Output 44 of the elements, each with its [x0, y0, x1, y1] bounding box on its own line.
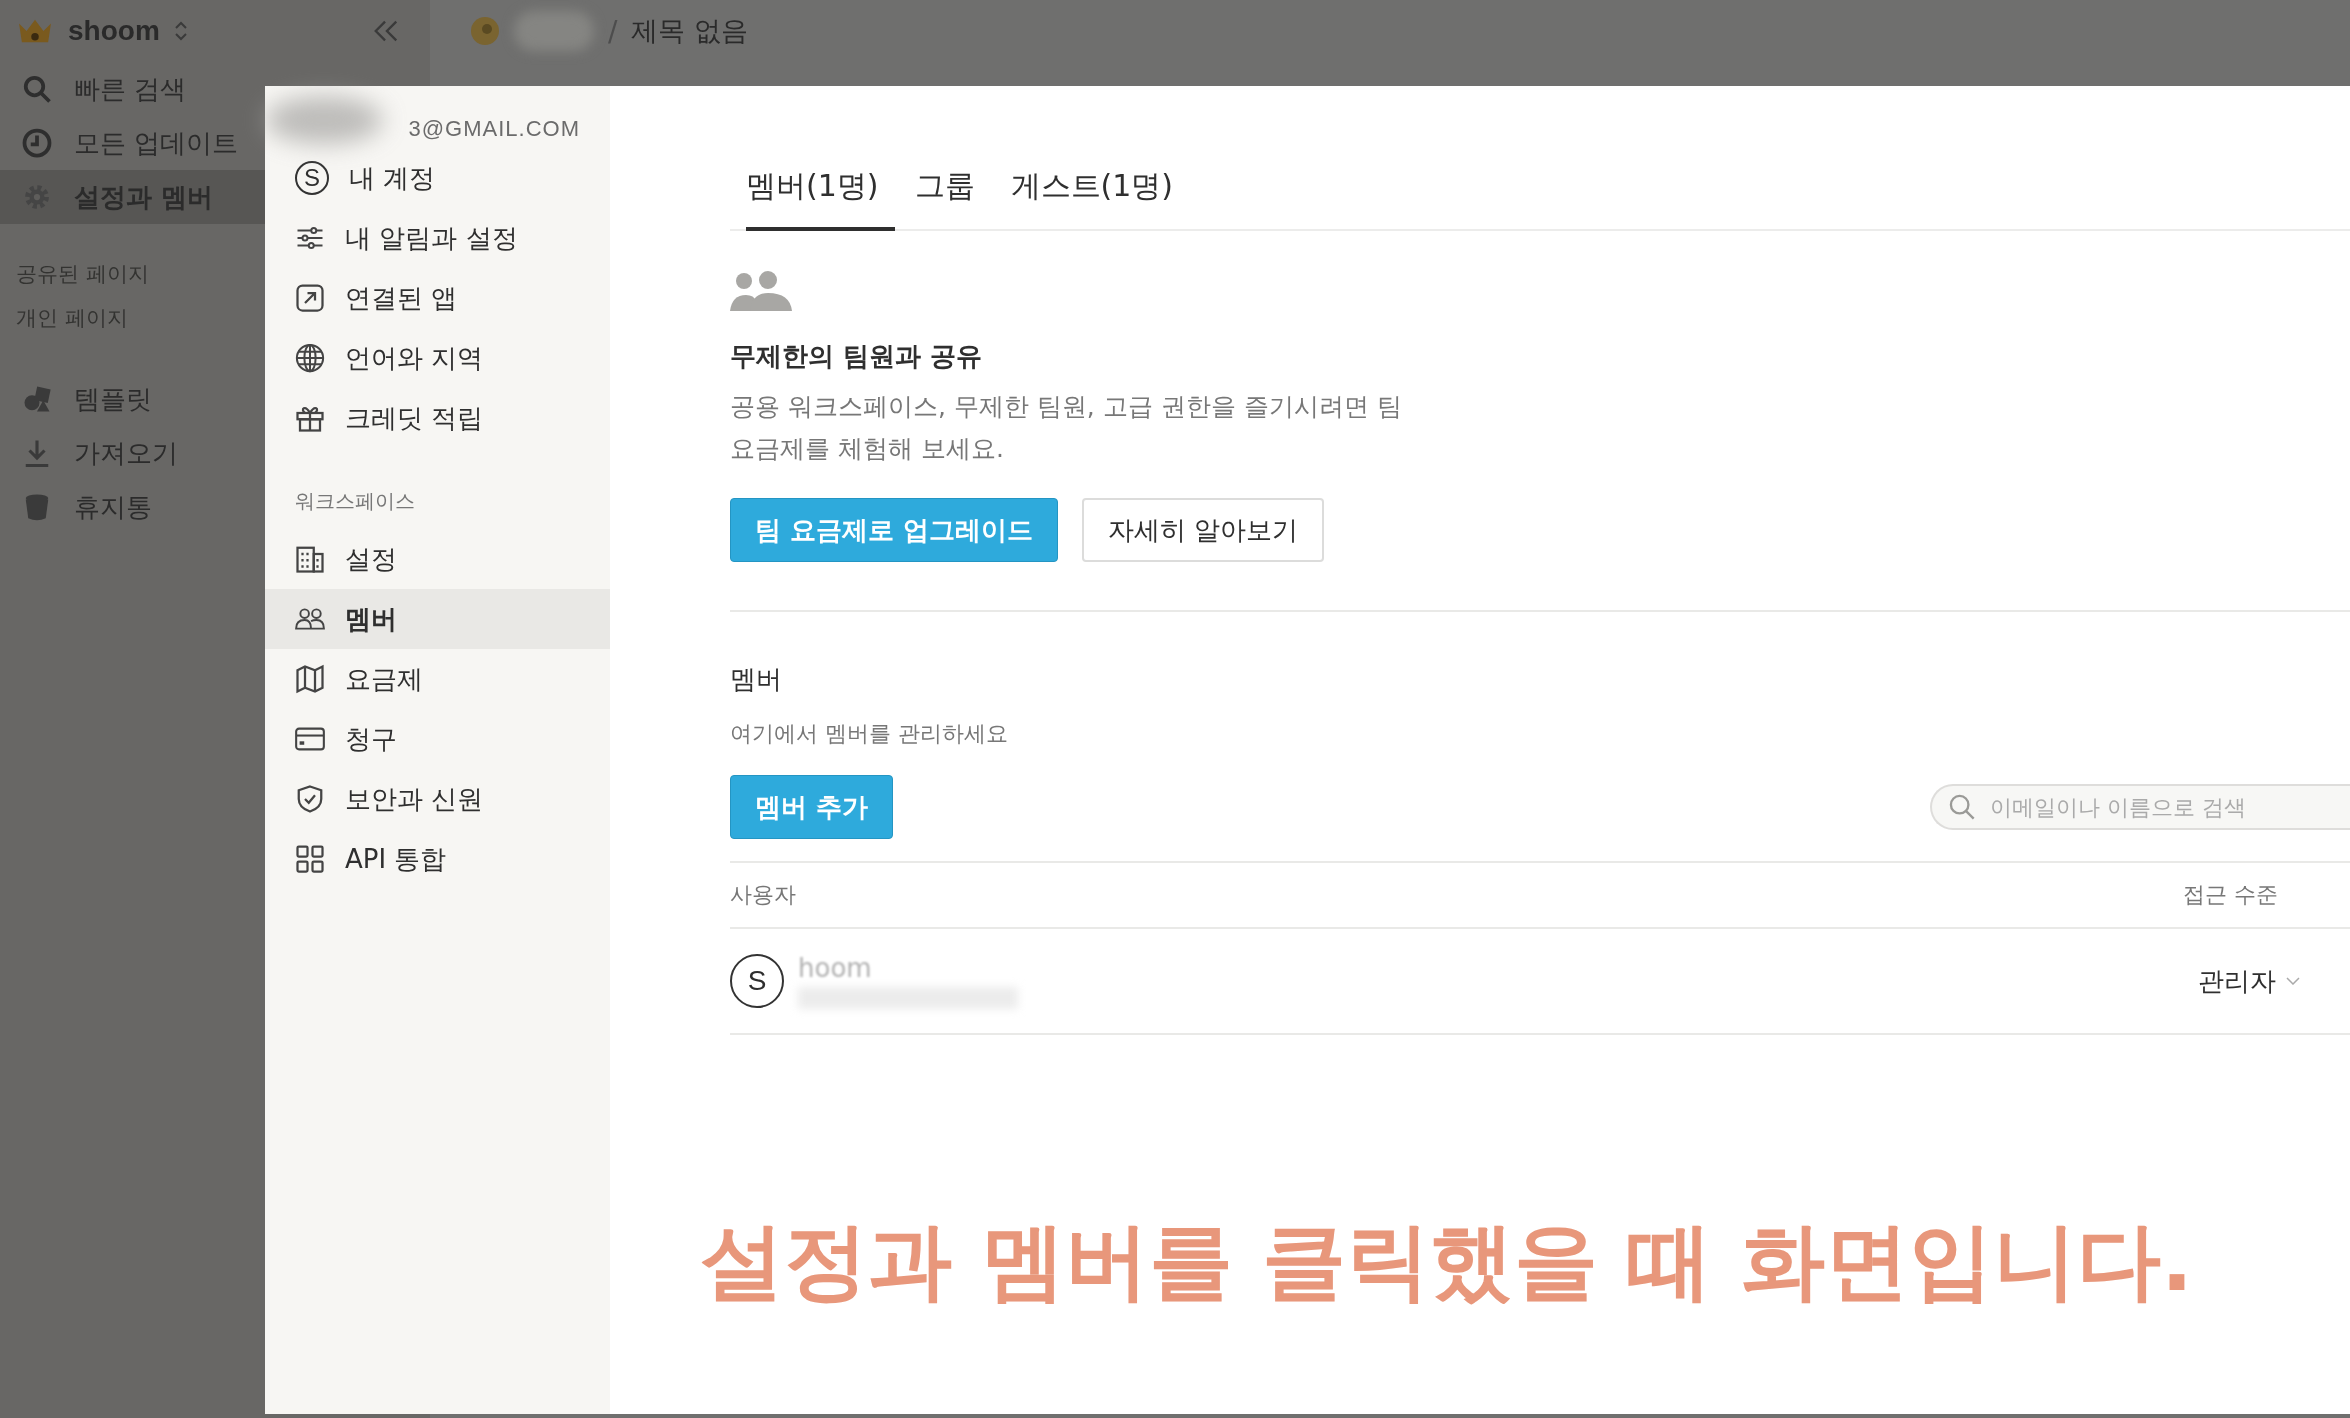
search-field[interactable]: 이메일이나 이름으로 검색 [1930, 784, 2350, 830]
building-icon [295, 544, 325, 574]
settings-icon [22, 182, 52, 212]
settings-nav-item[interactable]: API 통합 [265, 829, 610, 889]
role-dropdown[interactable]: 관리자 [2198, 963, 2300, 999]
avatar: S [730, 954, 784, 1008]
upsell-description: 공용 워크스페이스, 무제한 팀원, 고급 권한을 즐기시려면 팀 요금제를 체험해 보세요. [730, 391, 1403, 465]
column-header: 사용자 [730, 881, 796, 909]
globe-icon [295, 343, 325, 373]
grid-icon [295, 844, 325, 874]
settings-nav-item[interactable]: 청구 [265, 709, 610, 769]
column-header: 접근 수준 [2183, 881, 2278, 909]
settings-nav-item[interactable]: 보안과 신원 [265, 769, 610, 829]
settings-nav-item[interactable]: 언어와 지역 [265, 328, 610, 388]
settings-nav-item[interactable]: 요금제 [265, 649, 610, 709]
search-icon [22, 74, 52, 104]
breadcrumb-separator: / [608, 14, 618, 48]
settings-nav-item[interactable]: 연결된 앱 [265, 268, 610, 328]
members-subtitle: 여기에서 멤버를 관리하세요 [730, 720, 1008, 748]
account-email: 3@GMAIL.COM [408, 116, 580, 142]
chevron-down-icon [2286, 977, 2300, 985]
settings-nav-item[interactable]: 크레딧 적립 [265, 388, 610, 448]
map-icon [295, 664, 325, 694]
emoji-icon [470, 16, 500, 46]
settings-nav-item[interactable]: 설정 [265, 529, 610, 589]
collapse-icon[interactable] [372, 19, 400, 43]
learn-more-button[interactable]: 자세히 알아보기 [1082, 498, 1325, 562]
members-heading: 멤버 [730, 663, 782, 696]
tab[interactable]: 그룹 [914, 148, 991, 231]
updown-chevron-icon[interactable] [173, 20, 188, 42]
shapes-icon [22, 384, 52, 414]
settings-nav-item[interactable]: 멤버 [265, 589, 610, 649]
avatar: S [295, 161, 329, 195]
external-link-icon [295, 283, 325, 313]
search-icon [1948, 793, 1976, 821]
tab[interactable]: 게스트(1명) [1010, 148, 1189, 231]
section-label: 워크스페이스 [294, 488, 416, 515]
clock-icon [22, 128, 52, 158]
people-icon [730, 271, 792, 311]
member-name: hoom [798, 953, 873, 983]
shield-check-icon [295, 784, 325, 814]
upsell-heading: 무제한의 팀원과 공유 [730, 340, 983, 373]
tab[interactable]: 멤버(1명) [746, 148, 895, 231]
caption: 설정과 멤버를 클릭했을 때 화면입니다. [700, 1211, 2193, 1312]
